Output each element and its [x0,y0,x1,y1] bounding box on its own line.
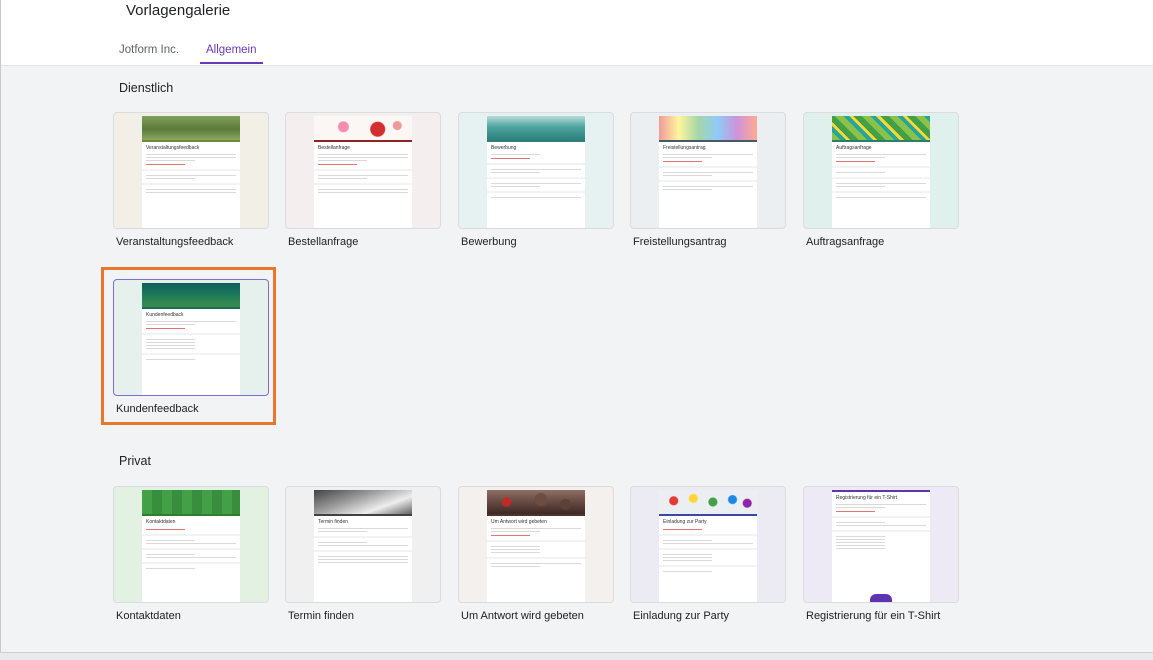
active-tab-indicator [200,62,263,64]
template-thumbnail[interactable]: Bewerbung [458,112,614,229]
template-label[interactable]: Freistellungsantrag [633,236,727,248]
template-thumbnail[interactable]: Veranstaltungsfeedback [113,112,269,229]
banner-image [487,116,585,140]
template-thumbnail[interactable]: Einladung zur Party [630,486,786,603]
form-preview: Auftragsanfrage [832,140,930,228]
banner-image [142,490,240,514]
template-label[interactable]: Bewerbung [461,236,517,248]
form-preview: Bewerbung [487,140,585,228]
banner-image [314,116,412,140]
template-label[interactable]: Veranstaltungsfeedback [116,236,233,248]
form-preview: Registrierung für ein T-Shirt [832,490,930,602]
template-thumbnail[interactable]: Um Antwort wird gebeten [458,486,614,603]
template-thumbnail[interactable]: Freistellungsantrag [630,112,786,229]
header: Vorlagengalerie Jotform Inc. Allgemein [1,0,1153,66]
form-preview: Bestellanfrage [314,140,412,228]
template-label[interactable]: Termin finden [288,610,354,622]
form-preview: Veranstaltungsfeedback [142,140,240,228]
template-label[interactable]: Registrierung für ein T-Shirt [806,610,940,622]
tab-allgemein[interactable]: Allgemein [206,44,257,56]
template-thumbnail[interactable]: Termin finden [285,486,441,603]
page-title: Vorlagengalerie [126,2,231,19]
form-preview: Freistellungsantrag [659,140,757,228]
template-label[interactable]: Bestellanfrage [288,236,358,248]
template-label[interactable]: Einladung zur Party [633,610,729,622]
form-preview: Einladung zur Party [659,514,757,602]
section-title-privat: Privat [119,454,151,468]
template-label[interactable]: Kontaktdaten [116,610,181,622]
banner-image [314,490,412,514]
tab-jotform[interactable]: Jotform Inc. [119,44,179,56]
form-preview: Kontaktdaten [142,514,240,602]
template-label[interactable]: Auftragsanfrage [806,236,884,248]
form-preview: Termin finden [314,514,412,602]
template-thumbnail[interactable]: Kontaktdaten [113,486,269,603]
banner-image [659,116,757,140]
template-label[interactable]: Um Antwort wird gebeten [461,610,584,622]
form-preview: Um Antwort wird gebeten [487,514,585,602]
banner-image [487,490,585,514]
section-title-dienstlich: Dienstlich [119,81,174,95]
banner-image [832,116,930,140]
banner-image [142,116,240,140]
template-thumbnail[interactable]: Bestellanfrage [285,112,441,229]
template-thumbnail[interactable]: Auftragsanfrage [803,112,959,229]
banner-image [659,490,757,514]
template-thumbnail[interactable]: Registrierung für ein T-Shirt [803,486,959,603]
selection-highlight [101,267,276,425]
